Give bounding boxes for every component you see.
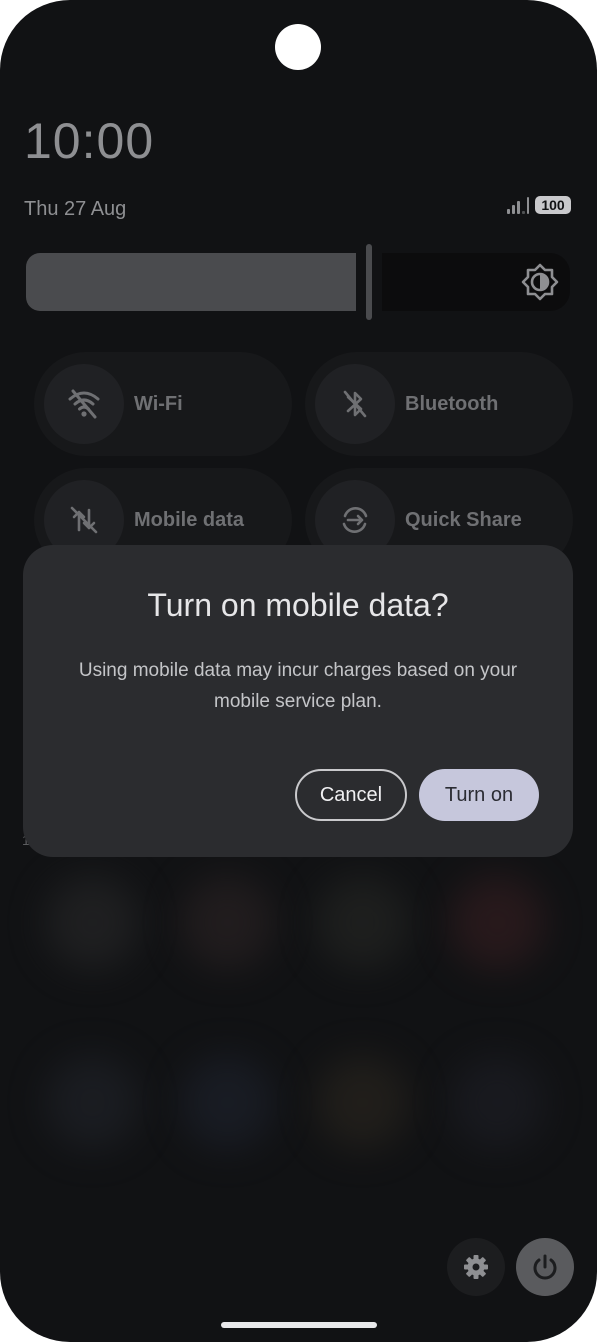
background-app-blur bbox=[180, 875, 275, 970]
background-app-blur bbox=[315, 1055, 410, 1150]
tile-bluetooth[interactable]: Bluetooth bbox=[305, 352, 573, 456]
tile-wifi[interactable]: Wi-Fi bbox=[34, 352, 292, 456]
background-app-blur bbox=[450, 875, 545, 970]
mobile-data-dialog: Turn on mobile data? Using mobile data m… bbox=[23, 545, 573, 857]
background-app-blur bbox=[315, 875, 410, 970]
tile-wifi-label: Wi-Fi bbox=[134, 392, 183, 415]
tile-bluetooth-label: Bluetooth bbox=[405, 392, 499, 415]
clock: 10:00 bbox=[24, 113, 155, 169]
cancel-button[interactable]: Cancel bbox=[295, 769, 407, 821]
tile-mobile-data-label: Mobile data bbox=[134, 508, 245, 531]
battery-icon: 100 bbox=[535, 196, 571, 214]
brightness-auto-icon bbox=[521, 263, 559, 301]
status-icons: 100 bbox=[507, 196, 571, 214]
settings-button[interactable] bbox=[447, 1238, 505, 1296]
power-button[interactable] bbox=[516, 1238, 574, 1296]
background-app-blur bbox=[45, 1055, 140, 1150]
cellular-signal-icon bbox=[507, 196, 529, 214]
background-app-blur bbox=[45, 875, 140, 970]
gear-icon bbox=[464, 1255, 488, 1279]
dialog-title: Turn on mobile data? bbox=[147, 587, 449, 623]
dialog-message: Using mobile data may incur charges base… bbox=[78, 660, 518, 712]
bluetooth-off-icon bbox=[315, 364, 395, 444]
power-icon bbox=[533, 1254, 557, 1280]
brightness-slider-handle[interactable] bbox=[366, 244, 372, 320]
home-gesture-bar[interactable] bbox=[221, 1322, 377, 1328]
background-app-blur bbox=[450, 1055, 545, 1150]
brightness-slider-fill[interactable] bbox=[26, 253, 356, 311]
phone-screen: 10:00 Thu 27 Aug 100 Wi-Fi Bluetooth Mob… bbox=[0, 0, 597, 1342]
turn-on-button[interactable]: Turn on bbox=[419, 769, 539, 821]
front-camera bbox=[275, 24, 321, 70]
date-label: Thu 27 Aug bbox=[24, 198, 127, 220]
tile-quick-share-label: Quick Share bbox=[405, 508, 522, 531]
wifi-off-icon bbox=[44, 364, 124, 444]
background-app-blur bbox=[180, 1055, 275, 1150]
